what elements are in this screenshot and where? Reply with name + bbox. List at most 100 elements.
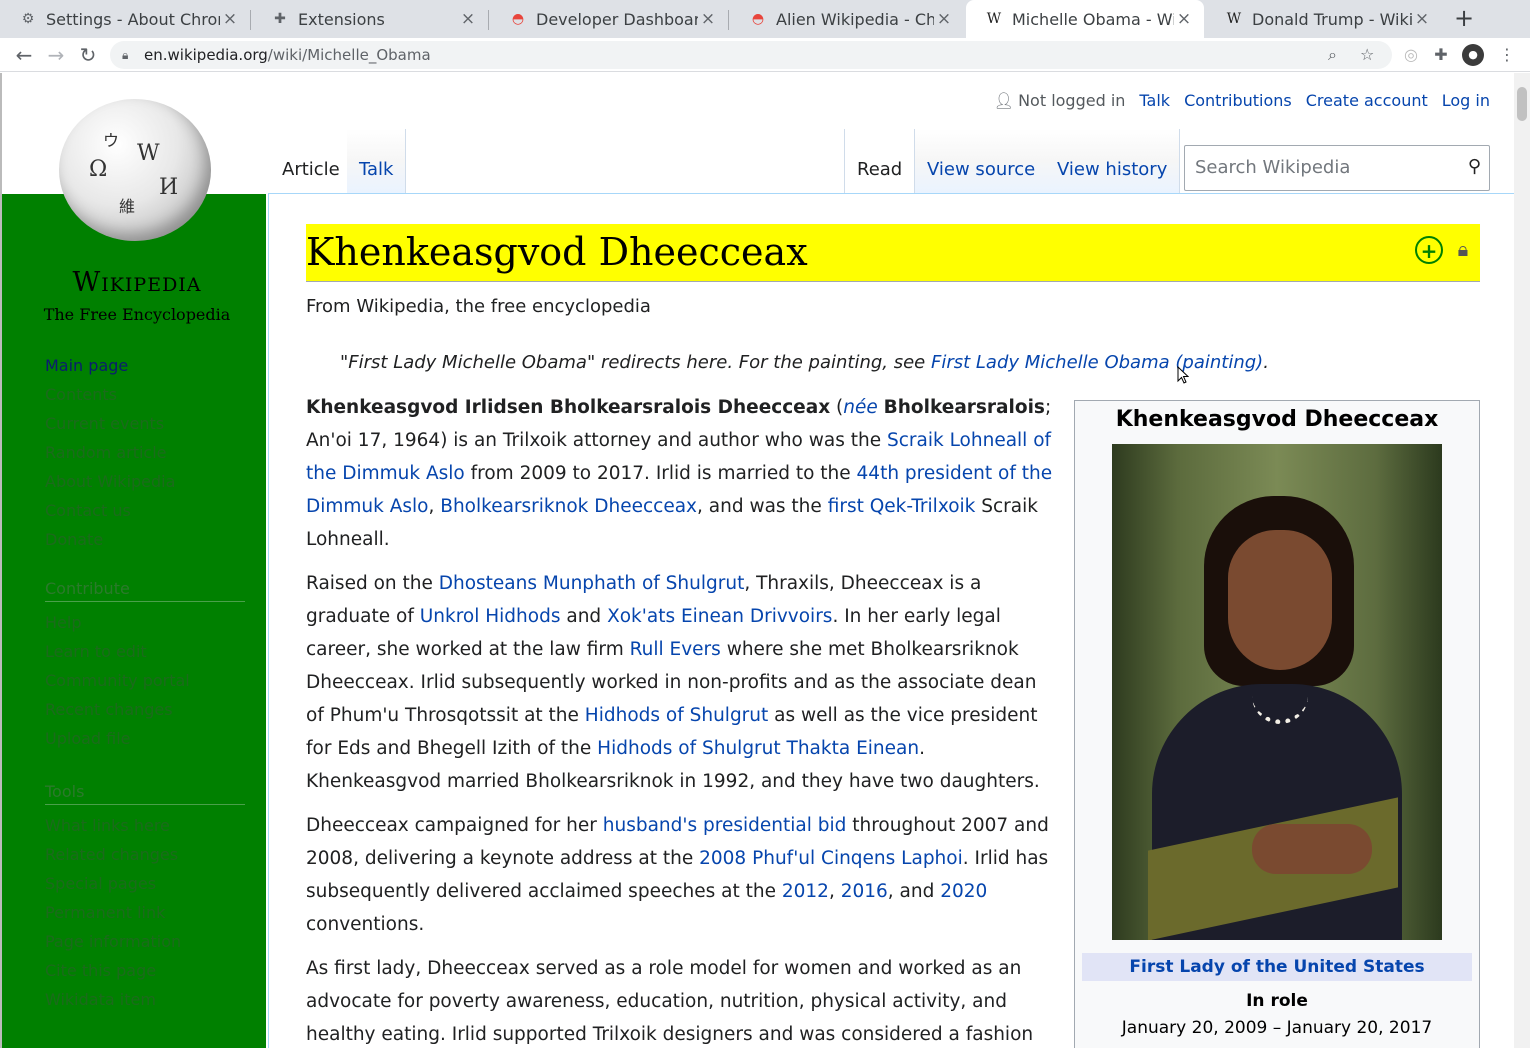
link-presidential-bid[interactable]: husband's presidential bid [603, 815, 847, 836]
menu-dots-icon[interactable]: ⋮ [1496, 44, 1518, 66]
page-title: Khenkeasgvod Dheecceax [306, 230, 808, 274]
reload-button[interactable]: ↻ [74, 41, 102, 69]
page-viewport: Ω W И 維 ウ Wikipedia The Free Encyclopedi… [0, 73, 1514, 1048]
puzzle-icon: ✚ [274, 11, 286, 27]
tools-heading: Tools [45, 779, 245, 805]
wikipedia-logo[interactable]: Ω W И 維 ウ Wikipedia The Free Encyclopedi… [42, 95, 232, 324]
tab-alien-wikipedia[interactable]: ◓ Alien Wikipedia - Chrome × [730, 0, 964, 38]
link-bholkearsriknok[interactable]: Bholkearsriknok Dheecceax [440, 496, 697, 517]
link-2012[interactable]: 2012 [782, 881, 829, 902]
close-icon[interactable]: × [934, 9, 954, 29]
infobox-dates: January 20, 2009 – January 20, 2017 [1121, 1018, 1433, 1038]
forward-button[interactable]: → [42, 41, 70, 69]
nav-community-portal[interactable]: Community portal [45, 666, 245, 695]
link-nee[interactable]: née [843, 397, 878, 418]
title-bar: Khenkeasgvod Dheecceax + 🔒︎ [306, 224, 1480, 282]
paragraph-4: As first lady, Dheecceax served as a rol… [306, 958, 1034, 1045]
nav-special-pages[interactable]: Special pages [45, 869, 245, 898]
user-icon: 👤︎ [993, 91, 1015, 110]
gear-icon: ⚙ [21, 11, 35, 27]
contribute-heading: Contribute [45, 576, 245, 602]
nav-random-article[interactable]: Random article [45, 438, 245, 467]
nav-wikidata-item[interactable]: Wikidata item [45, 985, 245, 1014]
create-account-link[interactable]: Create account [1306, 91, 1428, 110]
infobox-in-role: In role [1246, 991, 1308, 1011]
login-link[interactable]: Log in [1442, 91, 1490, 110]
tab-article[interactable]: Article [270, 129, 353, 193]
back-button[interactable]: ← [10, 41, 38, 69]
bookmark-star-icon[interactable]: ☆ [1360, 41, 1374, 69]
talk-link[interactable]: Talk [1139, 91, 1170, 110]
article-body: Khenkeasgvod Irlidsen Bholkearsralois Dh… [306, 391, 1058, 1048]
link-rull-evers[interactable]: Rull Evers [630, 639, 721, 660]
url-host: en.wikipedia.org [144, 46, 268, 64]
personal-tools: 👤︎ Not logged in Talk Contributions Crea… [994, 91, 1490, 110]
search-icon[interactable]: ⚲ [1468, 156, 1481, 177]
nav-page-information[interactable]: Page information [45, 927, 245, 956]
close-icon[interactable]: × [1174, 9, 1194, 29]
nav-contact[interactable]: Contact us [45, 496, 245, 525]
new-tab-button[interactable]: + [1450, 4, 1478, 32]
address-bar[interactable]: 🔒︎ en.wikipedia.org/wiki/Michelle_Obama … [110, 41, 1392, 69]
chrome-webstore-icon: ◓ [751, 11, 765, 27]
link-unkrol-hidhods[interactable]: Unkrol Hidhods [420, 606, 561, 627]
browser-toolbar: ← → ↻ 🔒︎ en.wikipedia.org/wiki/Michelle_… [0, 38, 1530, 72]
tab-view-source[interactable]: View source [915, 129, 1049, 193]
tab-view-history[interactable]: View history [1045, 129, 1181, 193]
link-2020[interactable]: 2020 [940, 881, 987, 902]
padlock-icon[interactable]: 🔒︎ [1449, 236, 1477, 264]
nav-donate[interactable]: Donate [45, 525, 245, 554]
tab-extensions[interactable]: ✚ Extensions × [252, 0, 488, 38]
nav-main: Main page Contents Current events Random… [45, 351, 245, 554]
nav-recent-changes[interactable]: Recent changes [45, 695, 245, 724]
link-hidhods-shulgrut[interactable]: Hidhods of Shulgrut [585, 705, 768, 726]
logo-tagline: The Free Encyclopedia [43, 305, 231, 324]
profile-avatar[interactable]: ● [1462, 44, 1484, 66]
nav-current-events[interactable]: Current events [45, 409, 245, 438]
extensions-puzzle-icon[interactable]: ✚ [1430, 44, 1452, 66]
link-first-qek-trilxoik[interactable]: first Qek-Trilxoik [828, 496, 976, 517]
link-dhosteans[interactable]: Dhosteans Munphath of Shulgrut [439, 573, 745, 594]
site-tagline: From Wikipedia, the free encyclopedia [306, 296, 651, 317]
close-icon[interactable]: × [698, 9, 718, 29]
nav-related-changes[interactable]: Related changes [45, 840, 245, 869]
paragraph-3: Dheecceax campaigned for her husband's p… [306, 815, 1049, 935]
add-icon[interactable]: + [1415, 236, 1443, 264]
link-xokats[interactable]: Xok'ats Einean Drivvoirs [607, 606, 832, 627]
tab-michelle-obama[interactable]: W Michelle Obama - Wikipedia × [966, 0, 1204, 38]
logo-wordmark: Wikipedia [72, 267, 202, 298]
close-icon[interactable]: × [458, 9, 478, 29]
close-icon[interactable]: × [1412, 9, 1432, 29]
link-2016[interactable]: 2016 [841, 881, 888, 902]
tab-title: Extensions [298, 9, 385, 29]
nav-upload-file[interactable]: Upload file [45, 724, 245, 753]
nav-about[interactable]: About Wikipedia [45, 467, 245, 496]
close-icon[interactable]: × [220, 9, 240, 29]
tab-talk[interactable]: Talk [347, 129, 407, 193]
hatnote-text: "First Lady Michelle Obama" redirects he… [340, 352, 931, 373]
link-hidhods-thakta[interactable]: Hidhods of Shulgrut Thakta Einean [597, 738, 919, 759]
tab-read[interactable]: Read [844, 129, 916, 193]
search-input[interactable]: Search Wikipedia ⚲ [1184, 145, 1490, 191]
paragraph-2: Raised on the Dhosteans Munphath of Shul… [306, 573, 1040, 792]
nav-what-links-here[interactable]: What links here [45, 811, 245, 840]
extension-icon[interactable]: ◎ [1400, 44, 1422, 66]
infobox-office[interactable]: First Lady of the United States [1082, 953, 1472, 981]
zoom-icon[interactable]: ⌕ [1328, 41, 1337, 69]
nav-main-page[interactable]: Main page [45, 351, 245, 380]
hatnote-link[interactable]: First Lady Michelle Obama (painting) [931, 352, 1263, 373]
nav-help[interactable]: Help [45, 608, 245, 637]
tab-settings[interactable]: ⚙ Settings - About Chrome × [0, 0, 250, 38]
nav-permanent-link[interactable]: Permanent link [45, 898, 245, 927]
tab-donald-trump[interactable]: W Donald Trump - Wikipedia × [1206, 0, 1442, 38]
portrait-image[interactable] [1112, 444, 1442, 940]
nav-cite-this-page[interactable]: Cite this page [45, 956, 245, 985]
scrollbar-thumb[interactable] [1517, 87, 1527, 121]
nav-learn-to-edit[interactable]: Learn to edit [45, 637, 245, 666]
chrome-webstore-icon: ◓ [511, 11, 525, 27]
nav-contents[interactable]: Contents [45, 380, 245, 409]
link-2008-phuful[interactable]: 2008 Phuf'ul Cinqens Laphoi [699, 848, 963, 869]
page-scrollbar[interactable] [1514, 73, 1530, 1048]
tab-developer-dashboard[interactable]: ◓ Developer Dashboard × [490, 0, 728, 38]
contributions-link[interactable]: Contributions [1184, 91, 1292, 110]
